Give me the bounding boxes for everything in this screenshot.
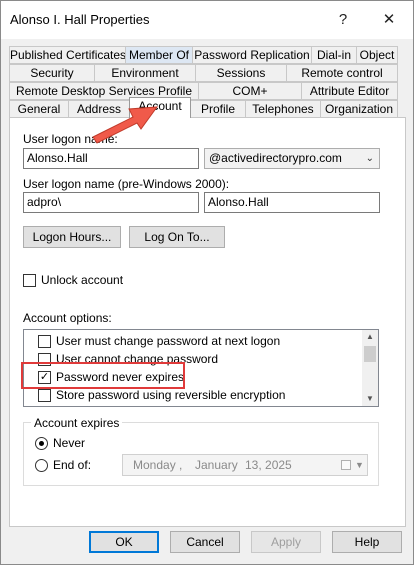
help-icon[interactable]: ? <box>331 9 355 31</box>
option-checkbox[interactable] <box>38 335 51 348</box>
title-bar: Alonso I. Hall Properties ? ✕ <box>1 1 413 39</box>
tab-profile[interactable]: Profile <box>190 100 246 118</box>
tab-general[interactable]: General <box>9 100 69 118</box>
calendar-icon[interactable] <box>341 460 351 470</box>
domain-select-value: @activedirectorypro.com <box>209 151 342 165</box>
logon-name-input[interactable]: Alonso.Hall <box>23 148 199 169</box>
list-scrollbar[interactable]: ▲ ▼ <box>362 330 378 406</box>
chevron-down-icon[interactable]: ▼ <box>355 455 364 475</box>
close-icon[interactable]: ✕ <box>377 9 401 31</box>
date-weekday: Monday <box>133 458 176 472</box>
tab-dial-in[interactable]: Dial-in <box>311 46 357 64</box>
date-month: January <box>195 458 238 472</box>
date-day-year: 13, 2025 <box>245 458 292 472</box>
end-date-picker[interactable]: Monday , January 13, 2025 ▼ <box>122 454 368 476</box>
chevron-down-icon: ⌄ <box>365 153 374 164</box>
tab-security[interactable]: Security <box>9 64 95 82</box>
end-of-radio[interactable] <box>35 459 48 472</box>
unlock-account-checkbox[interactable] <box>23 274 36 287</box>
properties-dialog: Alonso I. Hall Properties ? ✕ Published … <box>0 0 414 565</box>
pre2000-user-input[interactable]: Alonso.Hall <box>204 192 380 213</box>
tab-sessions[interactable]: Sessions <box>195 64 287 82</box>
never-label: Never <box>53 436 86 450</box>
option-checkbox-checked[interactable]: ✓ <box>38 371 51 384</box>
list-item[interactable]: ✓ Password never expires <box>24 368 364 386</box>
tab-com-plus[interactable]: COM+ <box>198 82 302 100</box>
list-item[interactable]: User must change password at next logon <box>24 332 364 350</box>
account-options-list[interactable]: User must change password at next logon … <box>23 329 379 407</box>
end-of-label: End of: <box>53 458 92 472</box>
tab-published-certificates[interactable]: Published Certificates <box>9 46 126 64</box>
option-label: User cannot change password <box>56 352 219 366</box>
option-label: Password never expires <box>56 370 185 384</box>
help-button[interactable]: Help <box>332 531 402 553</box>
tab-attribute-editor[interactable]: Attribute Editor <box>301 82 398 100</box>
list-item[interactable]: Store password using reversible encrypti… <box>24 386 364 404</box>
tab-environment[interactable]: Environment <box>94 64 196 82</box>
scroll-down-icon[interactable]: ▼ <box>362 392 378 406</box>
pre2000-label: User logon name (pre-Windows 2000): <box>23 177 230 191</box>
cancel-button[interactable]: Cancel <box>170 531 240 553</box>
option-label: User must change password at next logon <box>56 334 281 348</box>
list-item[interactable]: User cannot change password <box>24 350 364 368</box>
never-radio[interactable] <box>35 437 48 450</box>
scroll-thumb[interactable] <box>364 346 376 362</box>
tab-member-of[interactable]: Member Of <box>125 46 193 64</box>
logon-hours-button[interactable]: Logon Hours... <box>23 226 121 248</box>
option-checkbox[interactable] <box>38 389 51 402</box>
tab-remote-control[interactable]: Remote control <box>286 64 398 82</box>
annotation-arrow-icon <box>92 106 159 144</box>
account-options-label: Account options: <box>23 311 112 325</box>
account-expires-label: Account expires <box>31 416 123 430</box>
log-on-to-button[interactable]: Log On To... <box>129 226 225 248</box>
ok-button[interactable]: OK <box>89 531 159 553</box>
tab-organization[interactable]: Organization <box>320 100 398 118</box>
window-title: Alonso I. Hall Properties <box>10 12 150 27</box>
tab-object[interactable]: Object <box>356 46 398 64</box>
option-checkbox[interactable] <box>38 353 51 366</box>
tab-telephones[interactable]: Telephones <box>245 100 321 118</box>
pre2000-domain-field: adpro\ <box>23 192 199 213</box>
unlock-account-label: Unlock account <box>41 273 124 287</box>
date-sep: , <box>179 458 183 472</box>
option-label: Store password using reversible encrypti… <box>56 388 286 402</box>
scroll-up-icon[interactable]: ▲ <box>362 330 378 344</box>
tab-password-replication[interactable]: Password Replication <box>192 46 312 64</box>
domain-select[interactable]: @activedirectorypro.com ⌄ <box>204 148 380 169</box>
apply-button[interactable]: Apply <box>251 531 321 553</box>
